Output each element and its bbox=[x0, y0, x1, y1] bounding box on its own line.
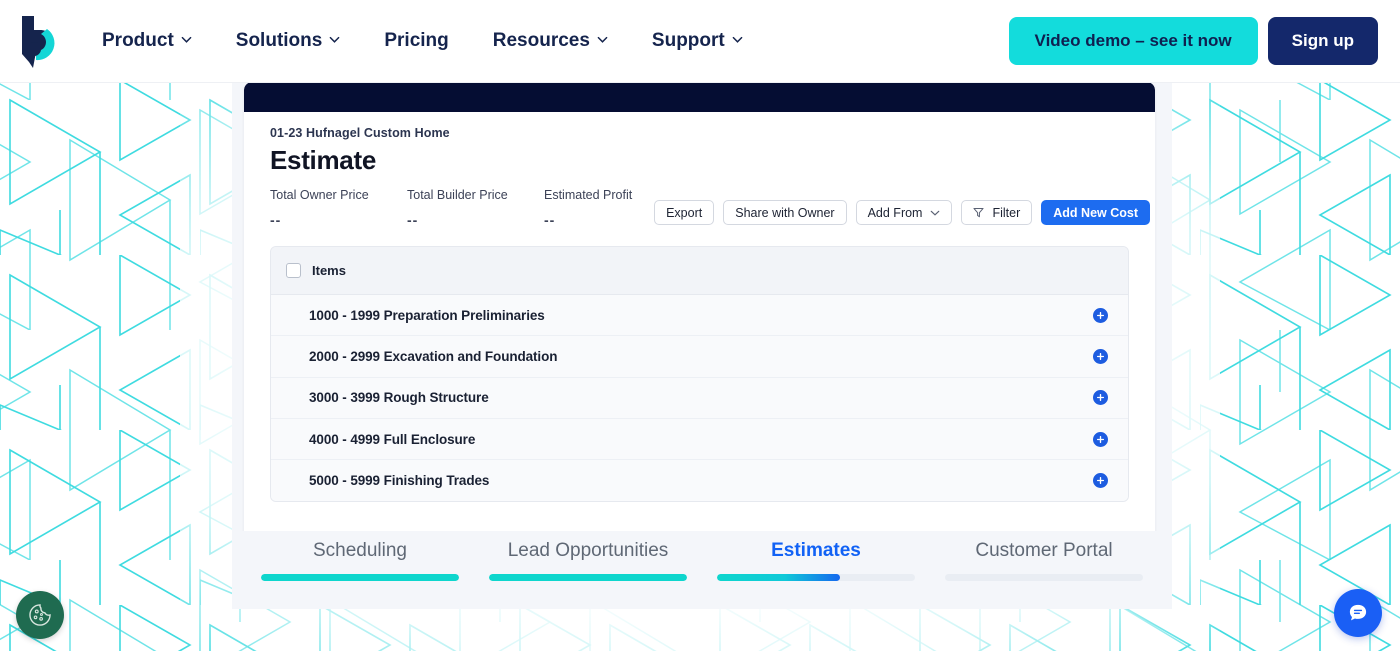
chevron-down-icon bbox=[597, 34, 608, 45]
nav-item-solutions[interactable]: Solutions bbox=[214, 22, 363, 60]
tab-customer-portal[interactable]: Customer Portal bbox=[930, 531, 1158, 581]
nav-item-pricing-label: Pricing bbox=[384, 30, 448, 52]
item-label: 2000 - 2999 Excavation and Foundation bbox=[309, 349, 557, 364]
chat-support-button[interactable] bbox=[1334, 589, 1382, 637]
tab-lead-opportunities[interactable]: Lead Opportunities bbox=[474, 531, 702, 581]
nav-item-product[interactable]: Product bbox=[80, 22, 214, 60]
item-label: 5000 - 5999 Finishing Trades bbox=[309, 473, 489, 488]
nav-item-support-label: Support bbox=[652, 30, 725, 52]
add-from-dropdown[interactable]: Add From bbox=[856, 200, 953, 225]
tab-progress-fill bbox=[489, 574, 687, 581]
add-icon[interactable] bbox=[1093, 308, 1108, 323]
metric-value: -- bbox=[270, 212, 407, 228]
nav-links: Product Solutions Pricing Resources bbox=[80, 22, 765, 60]
tab-progress-track bbox=[717, 574, 915, 581]
add-icon[interactable] bbox=[1093, 432, 1108, 447]
export-button[interactable]: Export bbox=[654, 200, 714, 225]
metric-total-owner-price: Total Owner Price -- bbox=[270, 188, 407, 228]
metric-value: -- bbox=[407, 212, 544, 228]
table-row[interactable]: 5000 - 5999 Finishing Trades bbox=[271, 460, 1128, 501]
chevron-down-icon bbox=[181, 34, 192, 45]
select-all-checkbox[interactable] bbox=[286, 263, 301, 278]
add-from-dropdown-label: Add From bbox=[868, 206, 923, 220]
tab-progress-fill bbox=[717, 574, 840, 581]
add-new-cost-button[interactable]: Add New Cost bbox=[1041, 200, 1150, 225]
filter-button-label: Filter bbox=[992, 206, 1020, 220]
sign-up-button[interactable]: Sign up bbox=[1268, 17, 1378, 65]
metric-total-builder-price: Total Builder Price -- bbox=[407, 188, 544, 228]
page-title: Estimate bbox=[270, 145, 1129, 176]
tab-label: Estimates bbox=[771, 540, 861, 562]
cookie-icon bbox=[27, 602, 53, 628]
estimate-card: 01-23 Hufnagel Custom Home Estimate Tota… bbox=[244, 82, 1155, 604]
nav-item-solutions-label: Solutions bbox=[236, 30, 323, 52]
metric-label: Total Builder Price bbox=[407, 188, 544, 202]
buildertrend-logo-icon[interactable] bbox=[14, 12, 66, 70]
items-panel: Items 1000 - 1999 Preparation Preliminar… bbox=[270, 246, 1129, 502]
add-new-cost-button-label: Add New Cost bbox=[1053, 206, 1138, 220]
tab-estimates[interactable]: Estimates bbox=[702, 531, 930, 581]
video-demo-button[interactable]: Video demo – see it now bbox=[1009, 17, 1258, 65]
item-label: 4000 - 4999 Full Enclosure bbox=[309, 432, 475, 447]
table-row[interactable]: 3000 - 3999 Rough Structure bbox=[271, 378, 1128, 419]
add-icon[interactable] bbox=[1093, 390, 1108, 405]
card-top-bar bbox=[244, 82, 1155, 112]
table-row[interactable]: 1000 - 1999 Preparation Preliminaries bbox=[271, 295, 1128, 336]
tab-progress-fill bbox=[261, 574, 459, 581]
chevron-down-icon bbox=[329, 34, 340, 45]
chat-bubble-icon bbox=[1346, 601, 1370, 625]
cookie-settings-button[interactable] bbox=[16, 591, 64, 639]
tab-label: Customer Portal bbox=[975, 540, 1112, 562]
nav-item-product-label: Product bbox=[102, 30, 174, 52]
app-mockup-shell: 01-23 Hufnagel Custom Home Estimate Tota… bbox=[232, 76, 1172, 609]
filter-icon bbox=[973, 207, 984, 218]
tab-label: Scheduling bbox=[313, 540, 407, 562]
item-label: 3000 - 3999 Rough Structure bbox=[309, 390, 489, 405]
share-with-owner-button[interactable]: Share with Owner bbox=[723, 200, 846, 225]
feature-tabs: Scheduling Lead Opportunities Estimates … bbox=[232, 531, 1172, 609]
project-name: 01-23 Hufnagel Custom Home bbox=[270, 126, 1129, 140]
share-with-owner-button-label: Share with Owner bbox=[735, 206, 834, 220]
table-row[interactable]: 2000 - 2999 Excavation and Foundation bbox=[271, 336, 1128, 377]
add-icon[interactable] bbox=[1093, 473, 1108, 488]
items-header-row: Items bbox=[271, 247, 1128, 295]
items-column-header: Items bbox=[312, 263, 346, 278]
tab-label: Lead Opportunities bbox=[508, 540, 669, 562]
item-label: 1000 - 1999 Preparation Preliminaries bbox=[309, 308, 545, 323]
nav-item-resources-label: Resources bbox=[493, 30, 590, 52]
nav-item-support[interactable]: Support bbox=[630, 22, 765, 60]
tab-progress-track bbox=[261, 574, 459, 581]
nav-item-resources[interactable]: Resources bbox=[471, 22, 630, 60]
tab-scheduling[interactable]: Scheduling bbox=[246, 531, 474, 581]
metric-label: Total Owner Price bbox=[270, 188, 407, 202]
tab-progress-track bbox=[489, 574, 687, 581]
filter-button[interactable]: Filter bbox=[961, 200, 1032, 225]
add-icon[interactable] bbox=[1093, 349, 1108, 364]
nav-item-pricing[interactable]: Pricing bbox=[362, 22, 470, 60]
tab-progress-track bbox=[945, 574, 1143, 581]
page-root: Product Solutions Pricing Resources bbox=[0, 0, 1400, 651]
chevron-down-icon bbox=[930, 208, 940, 218]
estimate-toolbar: Export Share with Owner Add From Filter bbox=[654, 200, 1150, 225]
top-navigation-bar: Product Solutions Pricing Resources bbox=[0, 0, 1400, 83]
table-row[interactable]: 4000 - 4999 Full Enclosure bbox=[271, 419, 1128, 460]
chevron-down-icon bbox=[732, 34, 743, 45]
export-button-label: Export bbox=[666, 206, 702, 220]
